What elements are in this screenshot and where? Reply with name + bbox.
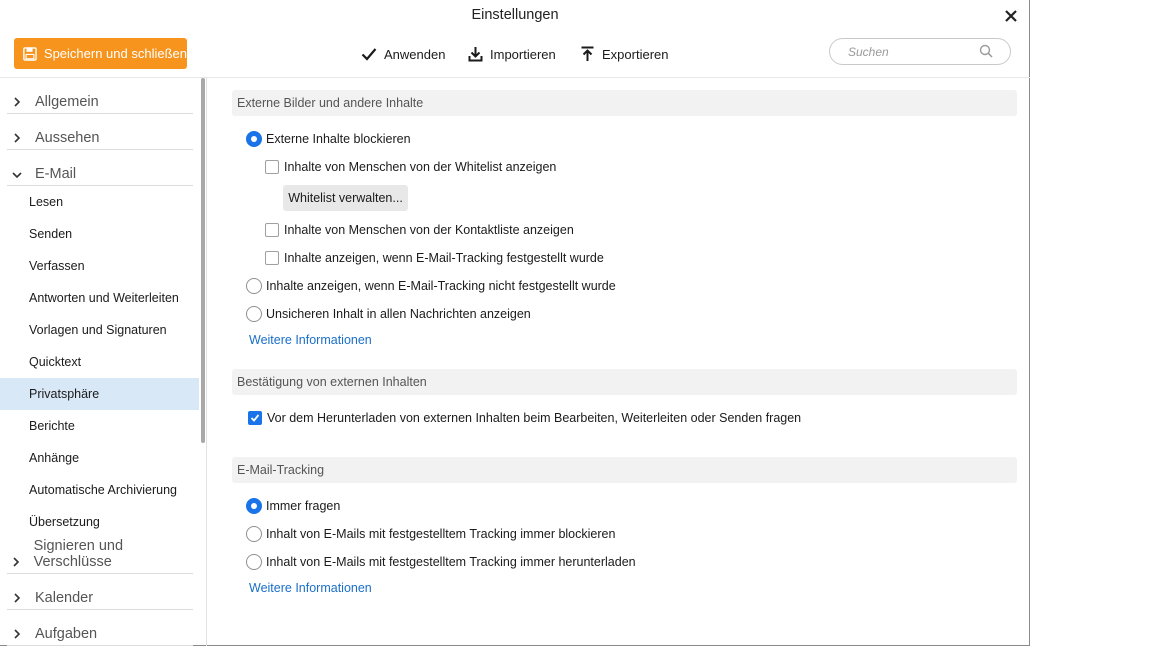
search-box[interactable] (829, 38, 1011, 65)
save-and-close-label: Speichern und schließen (43, 46, 187, 61)
checkbox-label: Inhalte von Menschen von der Kontaktlist… (284, 223, 574, 237)
search-input[interactable] (846, 43, 976, 61)
sidebar-section-allgemein[interactable]: Allgemein (7, 78, 193, 114)
sidebar-section-label: Signieren und Verschlüsse (33, 538, 124, 570)
sidebar-section-aussehen[interactable]: Aussehen (7, 114, 193, 150)
sidebar-item-uebersetzung[interactable]: Übersetzung (0, 506, 199, 538)
radio-label: Externe Inhalte blockieren (266, 132, 411, 146)
checkbox-show-contacts[interactable]: Inhalte von Menschen von der Kontaktlist… (265, 220, 574, 240)
radio-button[interactable] (246, 278, 262, 294)
save-icon (23, 46, 37, 61)
sidebar-section-email[interactable]: E-Mail (7, 150, 193, 186)
radio-label: Inhalte anzeigen, wenn E-Mail-Tracking n… (266, 279, 616, 293)
more-info-link-tracking[interactable]: Weitere Informationen (249, 581, 372, 595)
close-icon (1005, 10, 1017, 22)
sidebar-section-label: Aufgaben (35, 626, 98, 642)
radio-show-unsafe[interactable]: Unsicheren Inhalt in allen Nachrichten a… (246, 304, 531, 324)
chevron-right-icon (7, 97, 27, 107)
search-icon[interactable] (979, 44, 993, 58)
checkbox-show-if-tracking[interactable]: Inhalte anzeigen, wenn E-Mail-Tracking f… (265, 248, 604, 268)
sidebar-item-vorlagen[interactable]: Vorlagen und Signaturen (0, 314, 199, 346)
more-info-link-external[interactable]: Weitere Informationen (249, 333, 372, 347)
manage-whitelist-button[interactable]: Whitelist verwalten... (283, 185, 408, 211)
close-button[interactable] (1000, 5, 1022, 27)
radio-show-if-no-tracking[interactable]: Inhalte anzeigen, wenn E-Mail-Tracking n… (246, 276, 616, 296)
sidebar-section-aufgaben[interactable]: Aufgaben (7, 610, 193, 646)
checkbox-show-whitelist[interactable]: Inhalte von Menschen von der Whitelist a… (265, 157, 556, 177)
sidebar-item-verfassen[interactable]: Verfassen (0, 250, 199, 282)
radio-always-ask[interactable]: Immer fragen (246, 496, 340, 516)
checkbox-checked[interactable] (248, 411, 262, 425)
checkbox-ask-before-download[interactable]: Vor dem Herunterladen von externen Inhal… (248, 408, 801, 428)
chevron-down-icon (7, 171, 27, 179)
window-title: Einstellungen (471, 7, 559, 23)
sidebar-section-kalender[interactable]: Kalender (7, 574, 193, 610)
sidebar-section-label: Aussehen (35, 130, 100, 146)
chevron-right-icon (7, 593, 27, 603)
radio-label: Inhalt von E-Mails mit festgestelltem Tr… (266, 527, 616, 541)
checkbox[interactable] (265, 223, 279, 237)
sidebar-section-label: Kalender (35, 590, 94, 606)
radio-always-download[interactable]: Inhalt von E-Mails mit festgestelltem Tr… (246, 552, 636, 572)
sidebar-item-berichte[interactable]: Berichte (0, 410, 199, 442)
sidebar-item-anhaenge[interactable]: Anhänge (0, 442, 199, 474)
radio-button-selected[interactable] (246, 131, 262, 147)
sidebar-item-antworten[interactable]: Antworten und Weiterleiten (0, 282, 199, 314)
settings-window: Einstellungen Speichern und schließen An… (0, 0, 1030, 646)
checkbox[interactable] (265, 160, 279, 174)
chevron-right-icon (7, 133, 27, 143)
privacy-settings-panel: Externe Bilder und andere Inhalte Extern… (208, 78, 1030, 646)
checkbox-label: Inhalte anzeigen, wenn E-Mail-Tracking f… (284, 251, 604, 265)
sidebar-section-label: E-Mail (35, 166, 77, 182)
radio-always-block[interactable]: Inhalt von E-Mails mit festgestelltem Tr… (246, 524, 615, 544)
checkmark-icon (250, 414, 260, 422)
radio-button[interactable] (246, 554, 262, 570)
download-icon (468, 47, 483, 62)
radio-button-selected[interactable] (246, 498, 262, 514)
sidebar-item-quicktext[interactable]: Quicktext (0, 346, 199, 378)
sidebar-item-privatsphaere[interactable]: Privatsphäre (0, 378, 199, 410)
upload-icon (581, 46, 594, 61)
checkbox[interactable] (265, 251, 279, 265)
import-label: Importieren (490, 46, 556, 62)
group-header-external: Externe Bilder und andere Inhalte (232, 90, 1017, 116)
sidebar-item-senden[interactable]: Senden (0, 218, 199, 250)
radio-button[interactable] (246, 306, 262, 322)
apply-button[interactable]: Anwenden (361, 44, 445, 64)
radio-label: Immer fragen (266, 499, 341, 513)
chevron-right-icon (7, 557, 26, 567)
group-header-tracking: E-Mail-Tracking (232, 457, 1017, 483)
radio-label: Inhalt von E-Mails mit festgestelltem Tr… (266, 555, 636, 569)
apply-label: Anwenden (384, 46, 446, 62)
settings-sidebar: Allgemein Aussehen E-Mail Lesen Senden V… (0, 78, 207, 646)
sidebar-section-label: Allgemein (35, 94, 99, 110)
sidebar-section-signieren[interactable]: Signieren und Verschlüsse (7, 538, 193, 574)
sidebar-scrollbar[interactable] (201, 78, 205, 443)
radio-label: Unsicheren Inhalt in allen Nachrichten a… (266, 307, 531, 321)
sidebar-item-lesen[interactable]: Lesen (0, 186, 199, 218)
radio-block-external[interactable]: Externe Inhalte blockieren (246, 129, 411, 149)
checkmark-icon (361, 48, 377, 61)
sidebar-item-archivierung[interactable]: Automatische Archivierung (0, 474, 199, 506)
checkbox-label: Vor dem Herunterladen von externen Inhal… (267, 411, 802, 425)
checkbox-label: Inhalte von Menschen von der Whitelist a… (284, 160, 557, 174)
export-button[interactable]: Exportieren (580, 44, 668, 64)
import-button[interactable]: Importieren (468, 44, 556, 64)
radio-button[interactable] (246, 526, 262, 542)
export-label: Exportieren (602, 46, 669, 62)
group-header-confirm: Bestätigung von externen Inhalten (232, 369, 1017, 395)
save-and-close-button[interactable]: Speichern und schließen (14, 38, 187, 69)
chevron-right-icon (7, 629, 27, 639)
